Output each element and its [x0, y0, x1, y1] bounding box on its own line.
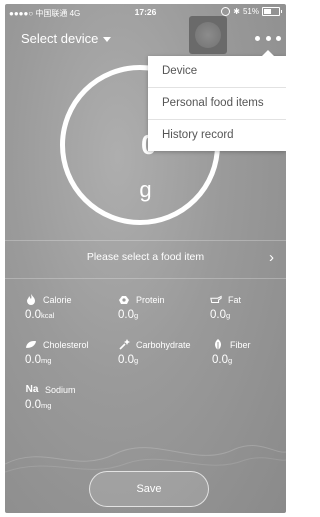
nutrient-sodium: Na Sodium 0.0mg: [25, 384, 76, 411]
divider: [5, 278, 286, 279]
divider: [5, 240, 286, 241]
nutrient-value: 0.0: [25, 309, 41, 321]
bluetooth-icon: ✱: [233, 7, 240, 16]
leaf-icon: [25, 339, 37, 350]
nutrient-unit: mg: [41, 356, 52, 365]
assistive-dot-icon: [195, 22, 221, 48]
floating-assistive-button[interactable]: [189, 16, 227, 54]
flame-icon: [25, 294, 37, 305]
nutrient-value: 0.0: [118, 354, 134, 366]
nutrient-cholesterol: Cholesterol 0.0mg: [25, 339, 89, 367]
dot-icon: [265, 35, 271, 41]
nutrient-unit: g: [228, 356, 233, 365]
save-button[interactable]: Save: [89, 471, 209, 507]
nutrient-value: 0.0: [210, 309, 226, 321]
nutrient-unit: kcal: [41, 311, 55, 320]
select-food-row[interactable]: Please select a food item ›: [5, 247, 286, 269]
nutrient-unit: g: [134, 356, 139, 365]
nutrient-unit: mg: [41, 401, 52, 410]
select-device-label: Select device: [21, 31, 99, 46]
sodium-na-icon: Na: [25, 384, 39, 395]
nutrient-fiber: Fiber 0.0g: [212, 338, 251, 366]
dot-icon: [276, 35, 281, 41]
options-menu: Device Personal food items History recor…: [148, 50, 286, 151]
nutrient-value: 0.0: [25, 354, 41, 366]
menu-item-personal-food-items[interactable]: Personal food items: [148, 88, 286, 120]
nutrient-unit: g: [226, 311, 231, 320]
status-icons: ✱ 51%: [221, 7, 282, 16]
nutrient-calorie: Calorie 0.0kcal: [25, 294, 72, 321]
chevron-right-icon: ›: [269, 249, 274, 266]
menu-item-history-record[interactable]: History record: [148, 120, 286, 151]
nutrient-name: Fat: [228, 294, 242, 305]
more-options-button[interactable]: [255, 32, 281, 44]
status-bar: ●●●●○ 中国联通 4G 17:26 ✱ 51%: [5, 4, 286, 22]
nutrient-unit: g: [134, 311, 139, 320]
dot-icon: [255, 35, 260, 41]
battery-percent: 51%: [242, 7, 259, 16]
nutrient-name: Cholesterol: [43, 339, 89, 350]
oil-icon: [210, 294, 222, 305]
nutrient-carbohydrate: Carbohydrate 0.0g: [118, 339, 191, 366]
nutrient-value: 0.0: [118, 309, 134, 321]
sparkle-icon: [118, 339, 130, 350]
nutrient-value: 0.0: [25, 399, 41, 411]
select-device-dropdown[interactable]: Select device: [21, 31, 112, 46]
nutrient-name: Calorie: [43, 294, 72, 305]
egg-icon: [118, 294, 130, 305]
nutrient-fat: Fat 0.0g: [210, 294, 242, 322]
plant-icon: [212, 338, 224, 351]
nutrient-name: Fiber: [230, 339, 251, 350]
nutrient-name: Protein: [136, 294, 165, 305]
nutrient-value: 0.0: [212, 354, 228, 366]
app-screen: ●●●●○ 中国联通 4G 17:26 ✱ 51% Select device …: [5, 4, 286, 513]
menu-item-device[interactable]: Device: [148, 56, 286, 88]
nutrient-protein: Protein 0.0g: [118, 294, 165, 322]
battery-icon: [262, 7, 282, 16]
nutrient-name: Carbohydrate: [136, 339, 191, 350]
alarm-icon: [221, 7, 231, 16]
select-food-label: Please select a food item: [86, 251, 205, 263]
caret-down-icon: [103, 36, 112, 42]
nutrient-name: Sodium: [45, 384, 76, 395]
weight-unit: g: [139, 177, 152, 202]
